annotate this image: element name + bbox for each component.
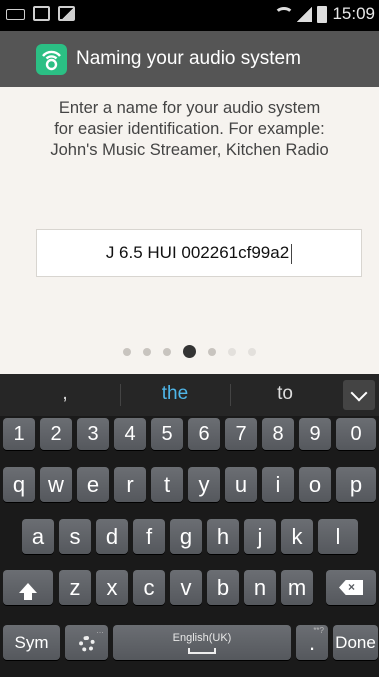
audio-system-app-icon xyxy=(36,43,67,75)
key-w[interactable]: w xyxy=(40,467,72,502)
page-dot xyxy=(163,347,171,356)
key-i[interactable]: i xyxy=(262,467,294,502)
key-t[interactable]: t xyxy=(151,467,183,502)
key-a[interactable]: a xyxy=(22,519,54,554)
period-hint: **? xyxy=(313,626,324,635)
key-z[interactable]: z xyxy=(59,570,91,605)
page-dot xyxy=(248,347,256,356)
backspace-key[interactable]: × xyxy=(326,570,376,605)
page-title: Naming your audio system xyxy=(76,48,301,69)
key-2[interactable]: 2 xyxy=(40,418,72,450)
key-y[interactable]: y xyxy=(188,467,220,502)
instructions: Enter a name for your audio system for e… xyxy=(10,98,369,161)
key-c[interactable]: c xyxy=(133,570,165,605)
title-bar: Naming your audio system xyxy=(0,31,379,87)
sym-key[interactable]: Sym xyxy=(3,625,60,660)
key-6[interactable]: 6 xyxy=(188,418,220,450)
key-x[interactable]: x xyxy=(96,570,128,605)
instruction-line: John's Music Streamer, Kitchen Radio xyxy=(50,141,329,159)
main-content: Enter a name for your audio system for e… xyxy=(0,87,379,374)
key-u[interactable]: u xyxy=(225,467,257,502)
suggestion-the[interactable]: the xyxy=(120,383,230,405)
page-dot-active xyxy=(183,345,196,358)
key-1[interactable]: 1 xyxy=(3,418,35,450)
data-icon xyxy=(33,6,50,21)
key-8[interactable]: 8 xyxy=(262,418,294,450)
keyboard-icon xyxy=(6,9,25,20)
settings-gear-icon xyxy=(78,636,95,652)
key-e[interactable]: e xyxy=(77,467,109,502)
key-r[interactable]: r xyxy=(114,467,146,502)
key-p[interactable]: p xyxy=(336,467,376,502)
key-3[interactable]: 3 xyxy=(77,418,109,450)
soft-keyboard: , the to 1 2 3 4 5 6 7 8 9 0 q w e r t y… xyxy=(0,374,379,677)
suggestion-comma[interactable]: , xyxy=(10,383,120,405)
key-g[interactable]: g xyxy=(170,519,202,554)
space-key[interactable]: English(UK) xyxy=(113,625,291,660)
page-dot xyxy=(228,347,236,356)
status-right-icons: 15:09 xyxy=(273,4,375,24)
key-j[interactable]: j xyxy=(244,519,276,554)
key-7[interactable]: 7 xyxy=(225,418,257,450)
suggestion-bar: , the to xyxy=(0,374,379,416)
instruction-line: Enter a name for your audio system xyxy=(58,99,321,117)
key-0[interactable]: 0 xyxy=(336,418,376,450)
done-key[interactable]: Done xyxy=(333,625,378,660)
status-left-icons xyxy=(6,6,75,21)
key-b[interactable]: b xyxy=(207,570,239,605)
collapse-keyboard-icon[interactable] xyxy=(343,380,375,410)
status-bar: 15:09 xyxy=(0,0,379,31)
wifi-icon xyxy=(273,6,295,22)
key-q[interactable]: q xyxy=(3,467,35,502)
system-name-value: J 6.5 HUI 002261cf99a2 xyxy=(105,243,290,262)
battery-icon xyxy=(317,5,328,23)
key-d[interactable]: d xyxy=(96,519,128,554)
text-caret xyxy=(291,243,293,264)
page-dot xyxy=(123,347,131,356)
image-icon xyxy=(58,6,75,21)
key-l[interactable]: l xyxy=(318,519,358,554)
key-h[interactable]: h xyxy=(207,519,239,554)
settings-key[interactable]: … xyxy=(65,625,108,660)
key-f[interactable]: f xyxy=(133,519,165,554)
settings-hint: … xyxy=(96,626,104,635)
page-indicator xyxy=(0,345,379,358)
page-dot xyxy=(143,347,151,356)
space-bar-icon xyxy=(188,648,216,654)
instruction-line: for easier identification. For example: xyxy=(54,120,325,138)
shift-icon xyxy=(19,583,37,600)
page-dot xyxy=(208,347,216,356)
backspace-icon: × xyxy=(339,580,363,595)
key-4[interactable]: 4 xyxy=(114,418,146,450)
key-v[interactable]: v xyxy=(170,570,202,605)
signal-icon xyxy=(296,6,313,22)
key-s[interactable]: s xyxy=(59,519,91,554)
status-time: 15:09 xyxy=(332,4,375,23)
key-k[interactable]: k xyxy=(281,519,313,554)
key-n[interactable]: n xyxy=(244,570,276,605)
language-label: English(UK) xyxy=(172,632,232,644)
key-m[interactable]: m xyxy=(281,570,313,605)
suggestion-to[interactable]: to xyxy=(230,383,340,405)
shift-key[interactable] xyxy=(3,570,53,605)
key-9[interactable]: 9 xyxy=(299,418,331,450)
key-5[interactable]: 5 xyxy=(151,418,183,450)
system-name-input[interactable]: J 6.5 HUI 002261cf99a2 xyxy=(36,229,362,277)
key-o[interactable]: o xyxy=(299,467,331,502)
period-key[interactable]: **?. xyxy=(296,625,328,660)
